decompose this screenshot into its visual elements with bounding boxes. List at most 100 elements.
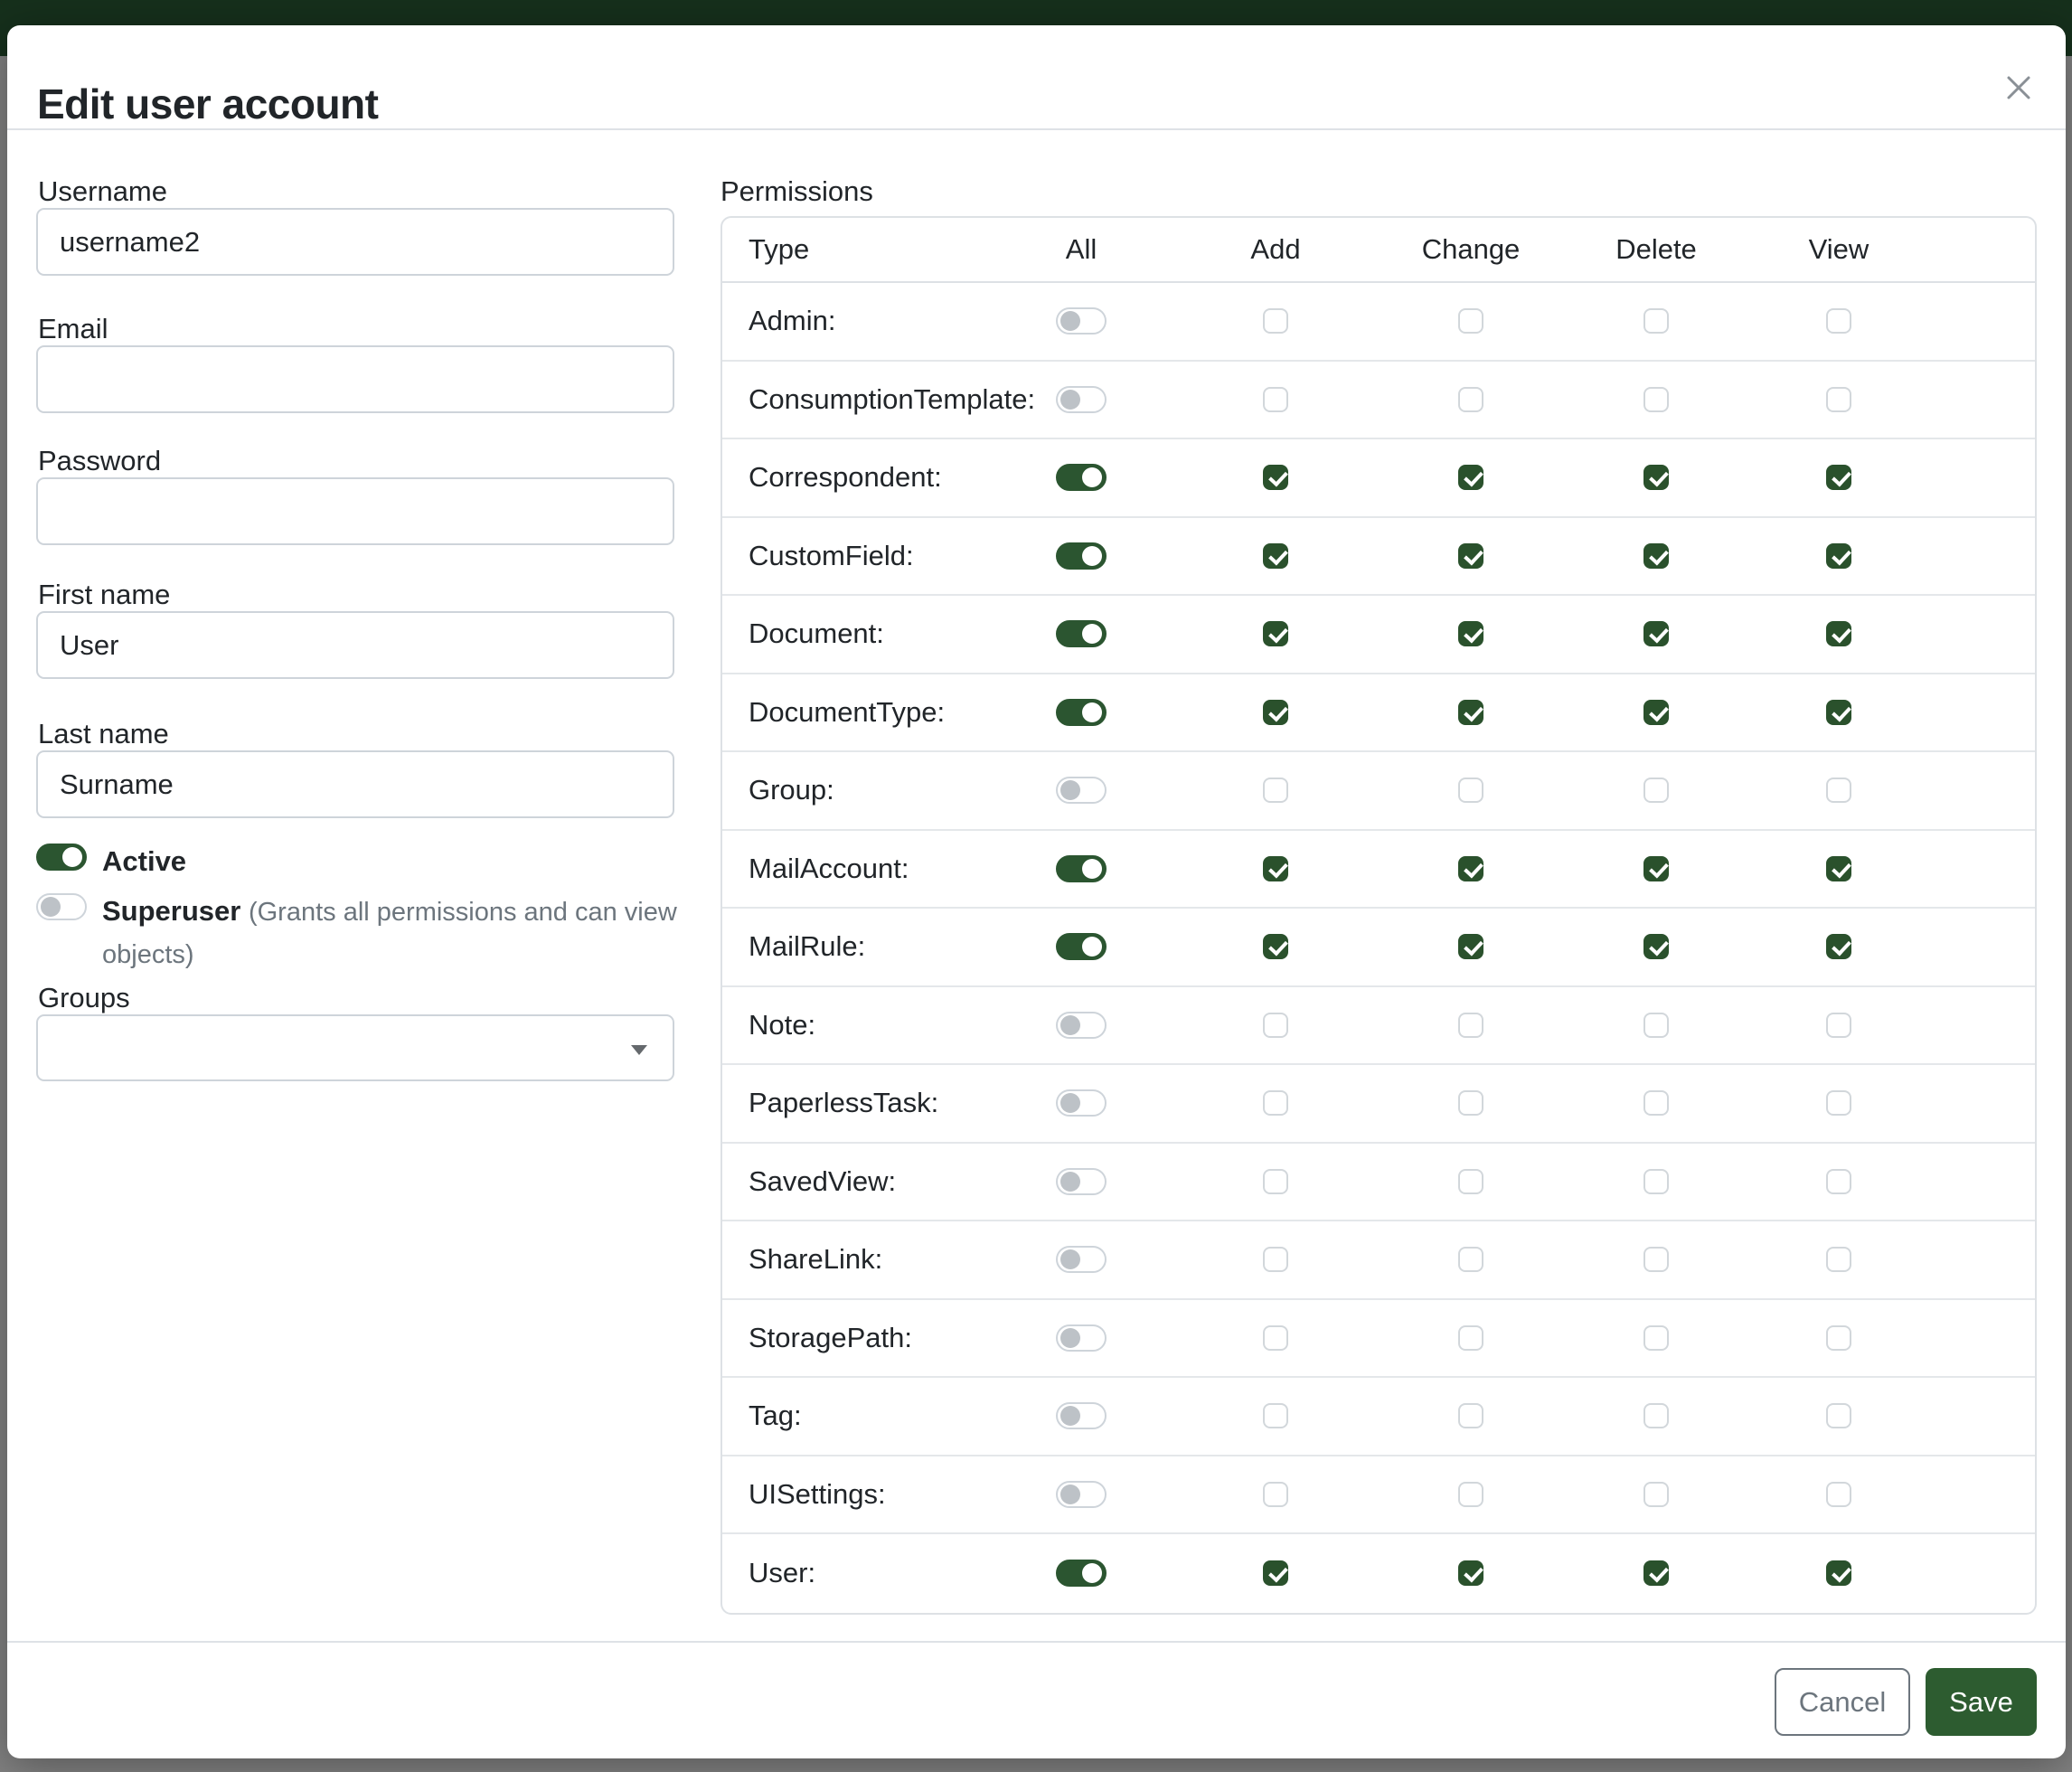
- permission-row: ConsumptionTemplate:: [722, 362, 2035, 440]
- permission-view-checkbox[interactable]: [1826, 1325, 1851, 1351]
- permission-add-checkbox[interactable]: [1263, 1090, 1288, 1116]
- permission-change-checkbox[interactable]: [1458, 465, 1483, 490]
- permission-add-checkbox[interactable]: [1263, 1560, 1288, 1586]
- permission-change-checkbox[interactable]: [1458, 543, 1483, 569]
- permission-delete-checkbox[interactable]: [1643, 700, 1669, 725]
- permission-delete-checkbox[interactable]: [1643, 856, 1669, 881]
- permission-view-checkbox[interactable]: [1826, 387, 1851, 412]
- permission-change-checkbox[interactable]: [1458, 621, 1483, 646]
- permission-add-checkbox[interactable]: [1263, 934, 1288, 959]
- permission-change-checkbox[interactable]: [1458, 1482, 1483, 1507]
- username-input[interactable]: [36, 208, 674, 276]
- permission-delete-checkbox[interactable]: [1643, 1325, 1669, 1351]
- permission-change-checkbox[interactable]: [1458, 1013, 1483, 1038]
- permission-all-toggle[interactable]: [1056, 1246, 1107, 1273]
- permission-change-checkbox[interactable]: [1458, 1247, 1483, 1272]
- permission-delete-checkbox[interactable]: [1643, 1403, 1669, 1428]
- permission-add-checkbox[interactable]: [1263, 1403, 1288, 1428]
- permission-change-checkbox[interactable]: [1458, 1560, 1483, 1586]
- permission-view-checkbox[interactable]: [1826, 1482, 1851, 1507]
- permission-change-checkbox[interactable]: [1458, 1169, 1483, 1194]
- close-button[interactable]: [1999, 69, 2039, 108]
- permission-view-checkbox[interactable]: [1826, 1560, 1851, 1586]
- permission-delete-checkbox[interactable]: [1643, 778, 1669, 803]
- permission-add-checkbox[interactable]: [1263, 308, 1288, 334]
- permission-delete-checkbox[interactable]: [1643, 1013, 1669, 1038]
- permission-all-toggle[interactable]: [1056, 386, 1107, 413]
- permission-change-checkbox[interactable]: [1458, 1403, 1483, 1428]
- permission-delete-checkbox[interactable]: [1643, 465, 1669, 490]
- permission-change-checkbox[interactable]: [1458, 700, 1483, 725]
- permission-view-checkbox[interactable]: [1826, 700, 1851, 725]
- permission-delete-checkbox[interactable]: [1643, 308, 1669, 334]
- permission-change-checkbox[interactable]: [1458, 387, 1483, 412]
- permission-all-toggle[interactable]: [1056, 1402, 1107, 1429]
- last-name-input[interactable]: [36, 750, 674, 818]
- permission-add-checkbox[interactable]: [1263, 543, 1288, 569]
- cancel-button[interactable]: Cancel: [1775, 1668, 1910, 1736]
- permission-view-checkbox[interactable]: [1826, 543, 1851, 569]
- first-name-input[interactable]: [36, 611, 674, 679]
- permission-delete-checkbox[interactable]: [1643, 543, 1669, 569]
- permission-delete-checkbox[interactable]: [1643, 387, 1669, 412]
- permission-all-toggle[interactable]: [1056, 1560, 1107, 1587]
- permission-view-checkbox[interactable]: [1826, 465, 1851, 490]
- permission-change-checkbox[interactable]: [1458, 308, 1483, 334]
- permission-all-toggle[interactable]: [1056, 699, 1107, 726]
- save-button[interactable]: Save: [1926, 1668, 2037, 1736]
- permission-add-checkbox[interactable]: [1263, 1013, 1288, 1038]
- permission-all-toggle[interactable]: [1056, 620, 1107, 647]
- permission-add-checkbox[interactable]: [1263, 465, 1288, 490]
- permission-add-checkbox[interactable]: [1263, 1169, 1288, 1194]
- permission-view-checkbox[interactable]: [1826, 856, 1851, 881]
- permission-add-checkbox[interactable]: [1263, 1247, 1288, 1272]
- permission-add-checkbox[interactable]: [1263, 387, 1288, 412]
- permission-delete-checkbox[interactable]: [1643, 621, 1669, 646]
- permission-add-checkbox[interactable]: [1263, 1325, 1288, 1351]
- permission-all-toggle[interactable]: [1056, 1168, 1107, 1195]
- permission-add-checkbox[interactable]: [1263, 700, 1288, 725]
- permission-delete-checkbox[interactable]: [1643, 1169, 1669, 1194]
- permission-view-checkbox[interactable]: [1826, 308, 1851, 334]
- permission-add-checkbox[interactable]: [1263, 856, 1288, 881]
- permission-all-toggle[interactable]: [1056, 933, 1107, 960]
- permission-delete-checkbox[interactable]: [1643, 1560, 1669, 1586]
- permission-view-checkbox[interactable]: [1826, 1247, 1851, 1272]
- page-backdrop: Edit user account Username Email Passwor…: [0, 0, 2072, 1772]
- permission-view-checkbox[interactable]: [1826, 778, 1851, 803]
- permission-delete-checkbox[interactable]: [1643, 1482, 1669, 1507]
- permission-view-checkbox[interactable]: [1826, 1090, 1851, 1116]
- permission-add-checkbox[interactable]: [1263, 778, 1288, 803]
- permission-all-toggle[interactable]: [1056, 1089, 1107, 1117]
- permission-add-checkbox[interactable]: [1263, 1482, 1288, 1507]
- permission-view-checkbox[interactable]: [1826, 934, 1851, 959]
- permission-row: CustomField:: [722, 518, 2035, 597]
- permission-all-toggle[interactable]: [1056, 307, 1107, 335]
- permission-change-checkbox[interactable]: [1458, 1090, 1483, 1116]
- permission-view-checkbox[interactable]: [1826, 1013, 1851, 1038]
- permission-change-checkbox[interactable]: [1458, 778, 1483, 803]
- permission-all-toggle[interactable]: [1056, 464, 1107, 491]
- permission-all-toggle[interactable]: [1056, 777, 1107, 804]
- permission-view-checkbox[interactable]: [1826, 1403, 1851, 1428]
- email-input[interactable]: [36, 345, 674, 413]
- permission-change-checkbox[interactable]: [1458, 1325, 1483, 1351]
- permission-view-checkbox[interactable]: [1826, 1169, 1851, 1194]
- permission-all-toggle[interactable]: [1056, 1012, 1107, 1039]
- permission-all-toggle[interactable]: [1056, 855, 1107, 882]
- superuser-toggle[interactable]: [36, 893, 87, 920]
- permission-all-toggle[interactable]: [1056, 1481, 1107, 1508]
- permission-change-checkbox[interactable]: [1458, 934, 1483, 959]
- active-toggle[interactable]: [36, 844, 87, 871]
- permission-change-checkbox[interactable]: [1458, 856, 1483, 881]
- groups-select[interactable]: [36, 1014, 674, 1081]
- permission-add-checkbox[interactable]: [1263, 621, 1288, 646]
- toggle-knob: [1060, 1249, 1080, 1269]
- permission-all-toggle[interactable]: [1056, 1324, 1107, 1352]
- permission-delete-checkbox[interactable]: [1643, 1247, 1669, 1272]
- permission-view-checkbox[interactable]: [1826, 621, 1851, 646]
- permission-delete-checkbox[interactable]: [1643, 934, 1669, 959]
- password-input[interactable]: [36, 477, 674, 545]
- permission-all-toggle[interactable]: [1056, 542, 1107, 570]
- permission-delete-checkbox[interactable]: [1643, 1090, 1669, 1116]
